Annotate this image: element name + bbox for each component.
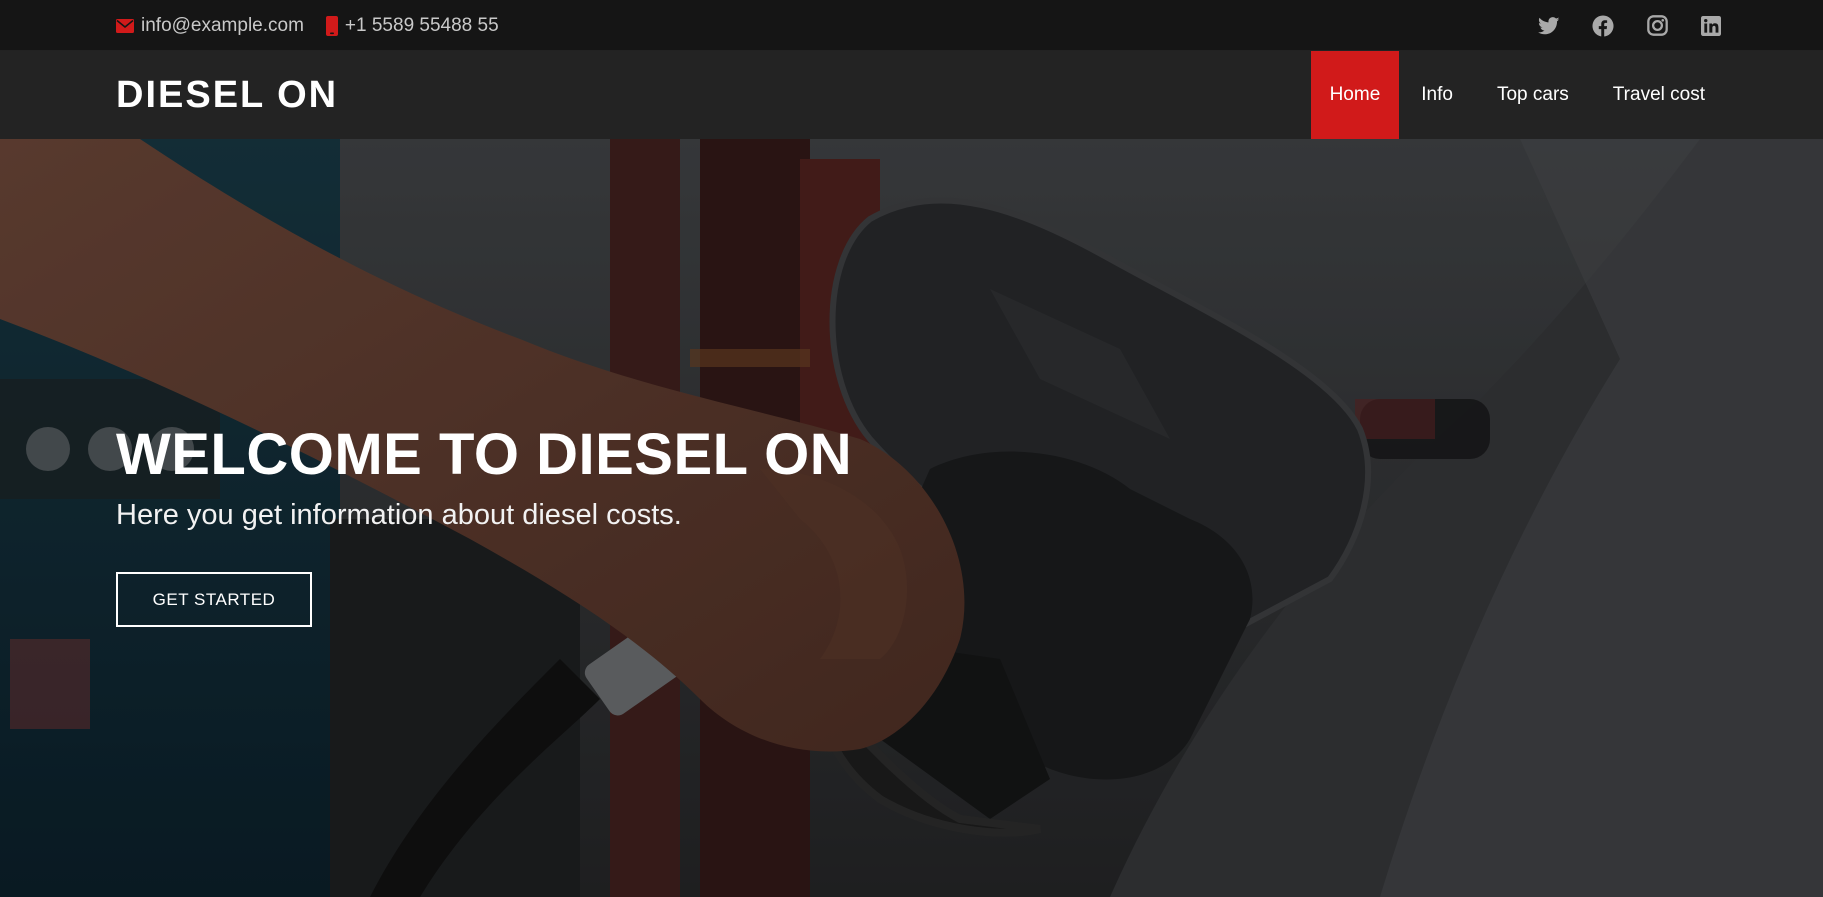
top-bar: info@example.com +1 5589 55488 55 <box>0 0 1823 51</box>
main-header: DIESEL ON Home Info Top cars Travel cost <box>0 51 1823 139</box>
hero-subtitle: Here you get information about diesel co… <box>116 499 682 531</box>
email-contact[interactable]: info@example.com <box>116 15 304 37</box>
phone-icon <box>325 15 338 36</box>
nav-home[interactable]: Home <box>1310 51 1400 139</box>
site-logo[interactable]: DIESEL ON <box>116 51 338 139</box>
phone-text: +1 5589 55488 55 <box>344 14 499 36</box>
social-links <box>1537 0 1723 51</box>
instagram-icon[interactable] <box>1645 14 1669 38</box>
linkedin-icon[interactable] <box>1699 14 1723 38</box>
nav-info[interactable]: Info <box>1399 51 1475 139</box>
twitter-icon[interactable] <box>1537 14 1561 38</box>
nav-travel-cost[interactable]: Travel cost <box>1591 51 1727 139</box>
email-text: info@example.com <box>141 14 304 36</box>
phone-contact[interactable]: +1 5589 55488 55 <box>325 14 499 37</box>
hero-section: WELCOME TO DIESEL ON Here you get inform… <box>0 139 1823 897</box>
envelope-icon <box>116 18 134 33</box>
main-nav: Home Info Top cars Travel cost <box>1310 51 1727 139</box>
facebook-icon[interactable] <box>1591 14 1615 38</box>
hero-title: WELCOME TO DIESEL ON <box>116 422 853 487</box>
nav-top-cars[interactable]: Top cars <box>1475 51 1591 139</box>
contact-info: info@example.com +1 5589 55488 55 <box>116 0 499 51</box>
get-started-button[interactable]: GET STARTED <box>116 572 312 627</box>
